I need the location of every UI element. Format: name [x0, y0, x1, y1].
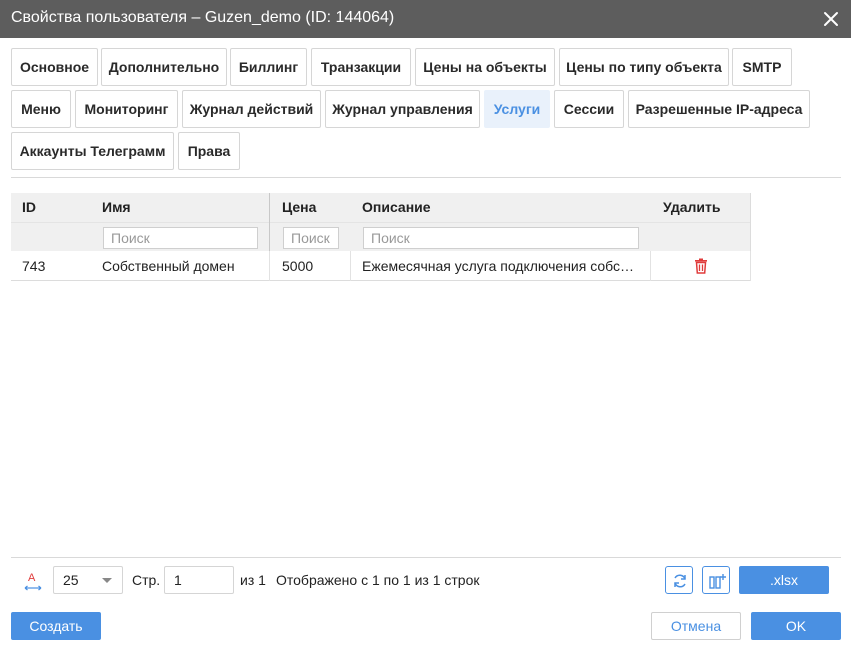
user-properties-dialog: Свойства пользователя – Guzen_demo (ID: …	[0, 0, 851, 650]
table-header: ID Имя Цена Описание Удалить	[11, 193, 751, 222]
page-size-select[interactable]: 25	[53, 566, 123, 594]
page-size-value: 25	[63, 572, 79, 588]
cell-divider	[650, 251, 651, 281]
tab-menu[interactable]: Меню	[11, 90, 71, 128]
tab-rights[interactable]: Права	[178, 132, 240, 170]
rows-summary: Отображено с 1 по 1 из 1 строк	[276, 572, 480, 588]
tab-advanced[interactable]: Дополнительно	[101, 48, 227, 86]
tabs-divider	[11, 177, 841, 178]
cancel-button[interactable]: Отмена	[651, 612, 741, 640]
page-number-input[interactable]: 1	[164, 566, 234, 594]
tab-object-type-prices[interactable]: Цены по типу объекта	[559, 48, 729, 86]
tab-monitoring[interactable]: Мониторинг	[75, 90, 178, 128]
dialog-titlebar: Свойства пользователя – Guzen_demo (ID: …	[0, 0, 851, 38]
name-filter-input[interactable]: Поиск	[103, 227, 258, 249]
pager: A 25 Стр. 1 из 1 Отображено с 1 по 1 из …	[11, 566, 841, 594]
column-divider	[750, 193, 751, 251]
cell-description: Ежемесячная услуга подключения собс…	[362, 258, 635, 274]
col-header-description[interactable]: Описание	[351, 193, 651, 222]
ok-button[interactable]: OK	[751, 612, 841, 640]
pager-divider	[11, 557, 841, 558]
col-header-price[interactable]: Цена	[271, 193, 351, 222]
tab-action-log[interactable]: Журнал действий	[182, 90, 321, 128]
font-size-icon[interactable]: A	[24, 571, 42, 591]
description-filter-input[interactable]: Поиск	[363, 227, 639, 249]
tab-control-log[interactable]: Журнал управления	[325, 90, 480, 128]
tab-allowed-ip[interactable]: Разрешенные IP-адреса	[628, 90, 810, 128]
export-xlsx-button[interactable]: .xlsx	[739, 566, 829, 594]
column-resize-handle[interactable]	[269, 193, 270, 251]
col-header-delete: Удалить	[663, 199, 721, 215]
table-row[interactable]: 743 Собственный домен 5000 Ежемесячная у…	[11, 251, 751, 281]
tab-basic[interactable]: Основное	[11, 48, 98, 86]
col-header-name[interactable]: Имя	[91, 193, 269, 222]
tab-sessions[interactable]: Сессии	[554, 90, 624, 128]
chevron-down-icon	[102, 578, 112, 583]
columns-button[interactable]	[702, 566, 730, 594]
total-pages-label: из 1	[240, 572, 266, 588]
col-header-id[interactable]: ID	[11, 193, 91, 222]
tab-services[interactable]: Услуги	[484, 90, 550, 128]
tab-telegram-accounts[interactable]: Аккаунты Телеграмм	[11, 132, 174, 170]
cell-id: 743	[22, 258, 46, 274]
create-button[interactable]: Создать	[11, 612, 101, 640]
refresh-button[interactable]	[665, 566, 693, 594]
tab-smtp[interactable]: SMTP	[732, 48, 792, 86]
cell-price: 5000	[282, 258, 314, 274]
filter-row: Поиск Поиск Поиск	[11, 222, 751, 251]
trash-icon[interactable]	[694, 258, 708, 274]
dialog-title: Свойства пользователя – Guzen_demo (ID: …	[11, 9, 395, 26]
cell-divider	[269, 251, 270, 281]
cell-divider	[750, 251, 751, 281]
page-label: Стр.	[132, 572, 161, 588]
columns-icon	[709, 574, 726, 589]
price-filter-input[interactable]: Поиск	[283, 227, 339, 249]
cell-name: Собственный домен	[102, 258, 235, 274]
svg-text:A: A	[28, 572, 36, 584]
tab-object-prices[interactable]: Цены на объекты	[415, 48, 555, 86]
tab-billing[interactable]: Биллинг	[230, 48, 307, 86]
refresh-icon	[674, 574, 686, 588]
tab-transactions[interactable]: Транзакции	[311, 48, 411, 86]
close-icon[interactable]	[822, 10, 840, 28]
